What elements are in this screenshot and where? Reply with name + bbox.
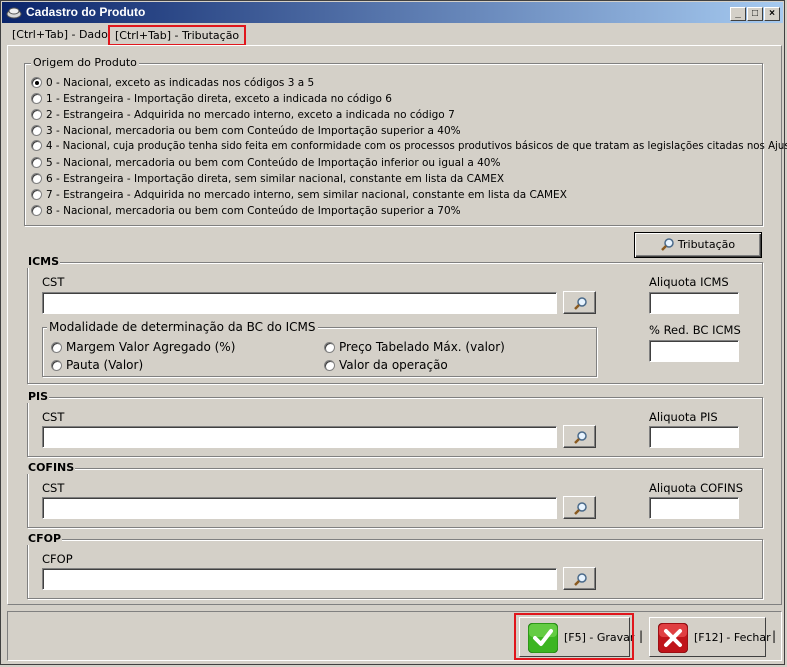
- modalidade-option-valor-operacao[interactable]: Valor da operação: [324, 357, 448, 373]
- cofins-cst-label: CST: [42, 481, 65, 495]
- radio-icon[interactable]: [31, 125, 42, 136]
- icms-red-bc-label: % Red. BC ICMS: [649, 323, 741, 337]
- magnifier-icon: [574, 502, 587, 515]
- cofins-cst-input[interactable]: [42, 497, 557, 519]
- pis-cst-input[interactable]: [42, 426, 557, 448]
- icms-cst-label: CST: [42, 275, 65, 289]
- origem-option-3[interactable]: 3 - Nacional, mercadoria ou bem com Cont…: [31, 123, 461, 139]
- radio-icon[interactable]: [324, 342, 335, 353]
- cfop-label: CFOP: [42, 552, 73, 566]
- origem-groupbox: Origem do Produto 0 - Nacional, exceto a…: [24, 56, 787, 226]
- tab-tributacao[interactable]: [Ctrl+Tab] - Tributação: [108, 25, 247, 46]
- cofins-aliquota-input[interactable]: [649, 497, 739, 519]
- tab-dados[interactable]: [Ctrl+Tab] - Dados: [7, 25, 119, 45]
- origem-option-8[interactable]: 8 - Nacional, mercadoria ou bem com Cont…: [31, 203, 461, 219]
- cofins-aliquota-label: Aliquota COFINS: [649, 481, 744, 495]
- icms-aliquota-input[interactable]: [649, 292, 739, 314]
- radio-icon[interactable]: [31, 140, 42, 151]
- origem-legend: Origem do Produto: [31, 56, 139, 69]
- pis-cst-search-button[interactable]: [563, 425, 596, 448]
- icms-cst-input[interactable]: [42, 292, 557, 314]
- maximize-button[interactable]: □: [747, 7, 763, 21]
- origem-option-2[interactable]: 2 - Estrangeira - Adquirida no mercado i…: [31, 107, 455, 123]
- cfop-search-button[interactable]: [563, 567, 596, 590]
- fechar-label: [F12] - Fechar: [694, 631, 771, 644]
- magnifier-icon: [661, 238, 674, 251]
- title-bar[interactable]: Cadastro do Produto _ □ ×: [2, 2, 783, 23]
- tab-page-tributacao: Origem do Produto 0 - Nacional, exceto a…: [7, 45, 787, 605]
- icms-groupbox: ICMS CST Aliquota ICMS % Red. BC ICMS Mo…: [27, 255, 763, 384]
- close-x-icon: [658, 623, 688, 653]
- app-icon: [6, 7, 22, 19]
- tributacao-button[interactable]: Tributação: [634, 232, 762, 258]
- pis-cst-label: CST: [42, 410, 65, 424]
- pis-aliquota-label: Aliquota PIS: [649, 410, 718, 424]
- cfop-input[interactable]: [42, 568, 557, 590]
- magnifier-icon: [574, 573, 587, 586]
- radio-icon[interactable]: [324, 360, 335, 371]
- close-button[interactable]: ×: [764, 7, 780, 21]
- radio-icon[interactable]: [51, 360, 62, 371]
- icms-legend: ICMS: [27, 255, 61, 268]
- magnifier-icon: [574, 297, 587, 310]
- magnifier-icon: [574, 431, 587, 444]
- radio-icon[interactable]: [31, 77, 42, 88]
- minimize-button[interactable]: _: [730, 7, 746, 21]
- origem-option-6[interactable]: 6 - Estrangeira - Importação direta, sem…: [31, 171, 504, 187]
- icms-aliquota-label: Aliquota ICMS: [649, 275, 729, 289]
- product-registration-window: Cadastro do Produto _ □ × [Ctrl+Tab] - D…: [0, 0, 787, 665]
- radio-icon[interactable]: [31, 109, 42, 120]
- modalidade-option-pauta[interactable]: Pauta (Valor): [51, 357, 143, 373]
- cfop-groupbox: CFOP CFOP: [27, 532, 763, 599]
- origem-option-7[interactable]: 7 - Estrangeira - Adquirida no mercado i…: [31, 187, 567, 203]
- fechar-button[interactable]: [F12] - Fechar: [649, 617, 771, 657]
- cofins-cst-search-button[interactable]: [563, 496, 596, 519]
- pis-legend: PIS: [27, 390, 50, 403]
- window-title: Cadastro do Produto: [26, 5, 146, 19]
- icms-cst-search-button[interactable]: [563, 291, 596, 314]
- footer-separator: |: [639, 629, 644, 643]
- pis-aliquota-input[interactable]: [649, 426, 739, 448]
- radio-icon[interactable]: [31, 93, 42, 104]
- origem-option-0[interactable]: 0 - Nacional, exceto as indicadas nos có…: [31, 75, 314, 91]
- origem-option-1[interactable]: 1 - Estrangeira - Importação direta, exc…: [31, 91, 392, 107]
- modalidade-groupbox: Modalidade de determinação da BC do ICMS…: [42, 320, 597, 377]
- tab-strip: [Ctrl+Tab] - Dados [Ctrl+Tab] - Tributaç…: [7, 25, 783, 46]
- gravar-highlight: [514, 613, 634, 660]
- modalidade-option-preco-tabelado[interactable]: Preço Tabelado Máx. (valor): [324, 339, 505, 355]
- cfop-legend: CFOP: [27, 532, 62, 545]
- tributacao-label: Tributação: [677, 238, 736, 251]
- modalidade-legend: Modalidade de determinação da BC do ICMS: [47, 320, 318, 334]
- pis-groupbox: PIS CST Aliquota PIS: [27, 390, 763, 457]
- cofins-groupbox: COFINS CST Aliquota COFINS: [27, 461, 763, 528]
- radio-icon[interactable]: [31, 157, 42, 168]
- modalidade-option-mva[interactable]: Margem Valor Agregado (%): [51, 339, 235, 355]
- footer-separator: |: [772, 629, 777, 643]
- origem-option-5[interactable]: 5 - Nacional, mercadoria ou bem com Cont…: [31, 155, 500, 171]
- origem-option-4[interactable]: 4 - Nacional, cuja produção tenha sido f…: [31, 139, 787, 155]
- radio-icon[interactable]: [31, 173, 42, 184]
- radio-icon[interactable]: [51, 342, 62, 353]
- radio-icon[interactable]: [31, 189, 42, 200]
- icms-red-bc-input[interactable]: [649, 340, 739, 362]
- cofins-legend: COFINS: [27, 461, 76, 474]
- radio-icon[interactable]: [31, 205, 42, 216]
